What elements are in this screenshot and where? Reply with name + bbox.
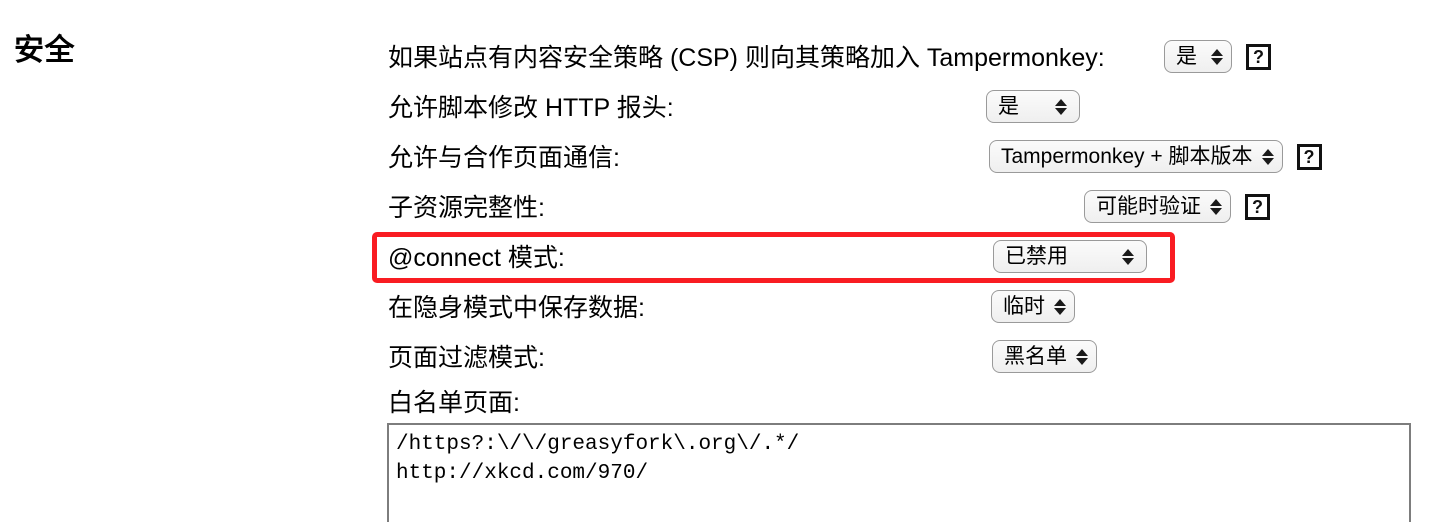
chevron-updown-icon — [1261, 148, 1274, 165]
setting-row-csp: 如果站点有内容安全策略 (CSP) 则向其策略加入 Tampermonkey: … — [388, 36, 1418, 86]
page-communication-select-value: Tampermonkey + 脚本版本 — [1001, 145, 1253, 168]
controls-csp: 是 ? — [1164, 40, 1271, 73]
http-headers-select[interactable]: 是 — [986, 90, 1080, 123]
setting-label-connect-mode: @connect 模式: — [388, 244, 565, 272]
setting-row-page-filter-mode: 页面过滤模式: 黑名单 — [388, 336, 1418, 386]
chevron-updown-icon — [1054, 298, 1066, 315]
incognito-storage-select[interactable]: 临时 — [991, 290, 1075, 323]
page-title: 安全 — [14, 34, 75, 67]
csp-select-value: 是 — [1176, 45, 1197, 68]
connect-mode-select[interactable]: 已禁用 — [993, 240, 1147, 273]
csp-select[interactable]: 是 — [1164, 40, 1232, 73]
controls-subresource-integrity: 可能时验证 ? — [1084, 190, 1270, 223]
chevron-updown-icon — [1055, 98, 1067, 115]
subresource-integrity-select-value: 可能时验证 — [1096, 195, 1201, 218]
setting-label-http-headers: 允许脚本修改 HTTP 报头: — [388, 94, 674, 122]
controls-page-filter-mode: 黑名单 — [992, 340, 1097, 373]
setting-label-incognito-storage: 在隐身模式中保存数据: — [388, 294, 645, 322]
chevron-updown-icon — [1211, 48, 1223, 65]
controls-connect-mode: 已禁用 — [993, 240, 1147, 273]
page-communication-select[interactable]: Tampermonkey + 脚本版本 — [989, 140, 1283, 173]
setting-label-csp: 如果站点有内容安全策略 (CSP) 则向其策略加入 Tampermonkey: — [388, 44, 1105, 72]
setting-label-page-communication: 允许与合作页面通信: — [388, 144, 620, 172]
setting-row-subresource-integrity: 子资源完整性: 可能时验证 ? — [388, 186, 1418, 236]
chevron-updown-icon — [1076, 348, 1088, 365]
setting-row-page-communication: 允许与合作页面通信: Tampermonkey + 脚本版本 ? — [388, 136, 1418, 186]
page-filter-mode-select[interactable]: 黑名单 — [992, 340, 1097, 373]
whitelist-pages-textarea[interactable]: /https?:\/\/greasyfork\.org\/.*/ http://… — [387, 423, 1411, 522]
controls-page-communication: Tampermonkey + 脚本版本 ? — [989, 140, 1322, 173]
setting-label-page-filter-mode: 页面过滤模式: — [388, 344, 545, 372]
setting-label-subresource-integrity: 子资源完整性: — [388, 194, 545, 222]
controls-http-headers: 是 — [986, 90, 1080, 123]
chevron-updown-icon — [1210, 198, 1222, 215]
chevron-updown-icon — [1122, 248, 1134, 265]
http-headers-select-value: 是 — [998, 95, 1019, 118]
controls-incognito-storage: 临时 — [991, 290, 1075, 323]
setting-row-http-headers: 允许脚本修改 HTTP 报头: 是 — [388, 86, 1418, 136]
help-button-csp[interactable]: ? — [1246, 43, 1271, 70]
setting-row-connect-mode: @connect 模式: 已禁用 — [388, 236, 1418, 286]
page-filter-mode-select-value: 黑名单 — [1004, 345, 1067, 368]
security-settings-page: 安全 如果站点有内容安全策略 (CSP) 则向其策略加入 Tampermonke… — [0, 0, 1430, 522]
incognito-storage-select-value: 临时 — [1003, 295, 1045, 318]
setting-row-incognito-storage: 在隐身模式中保存数据: 临时 — [388, 286, 1418, 336]
help-button-page-communication[interactable]: ? — [1296, 143, 1322, 170]
security-settings-form: 如果站点有内容安全策略 (CSP) 则向其策略加入 Tampermonkey: … — [388, 36, 1418, 386]
whitelist-pages-label: 白名单页面: — [388, 389, 520, 417]
help-button-subresource-integrity[interactable]: ? — [1245, 193, 1270, 220]
connect-mode-select-value: 已禁用 — [1005, 245, 1068, 268]
subresource-integrity-select[interactable]: 可能时验证 — [1084, 190, 1231, 223]
